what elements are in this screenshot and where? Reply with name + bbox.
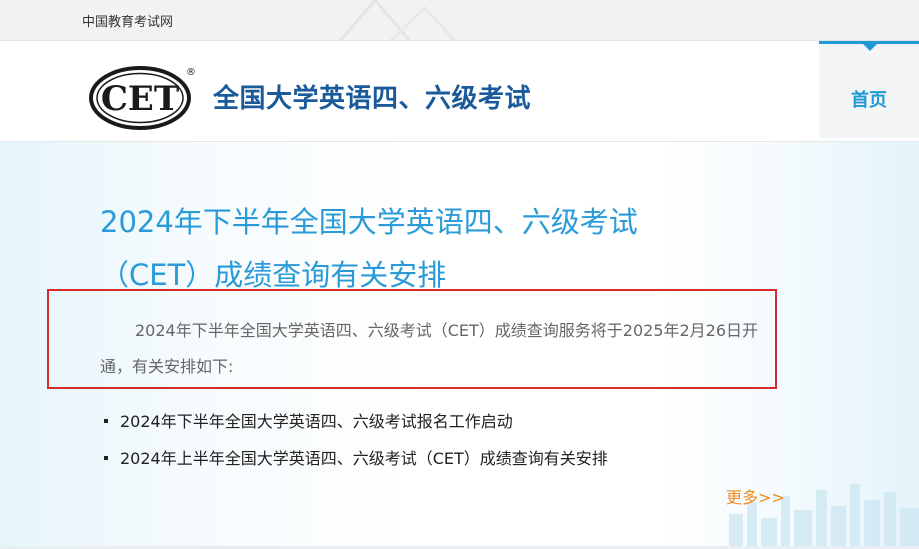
more-link[interactable]: 更多>> — [726, 484, 785, 508]
bullet-icon — [104, 419, 108, 423]
bullet-icon — [104, 456, 108, 460]
neea-home-link[interactable]: 中国教育考试网 — [82, 11, 173, 30]
nav-home-tab[interactable]: 首页 — [819, 41, 919, 138]
site-header: CET ® 全国大学英语四、六级考试 首页 — [0, 41, 919, 142]
related-article-title: 2024年上半年全国大学英语四、六级考试（CET）成绩查询有关安排 — [120, 449, 608, 468]
related-article-title: 2024年下半年全国大学英语四、六级考试报名工作启动 — [120, 412, 513, 431]
site-title: 全国大学英语四、六级考试 — [213, 84, 532, 114]
related-article-item[interactable]: 2024年下半年全国大学英语四、六级考试报名工作启动 — [104, 409, 608, 446]
svg-text:®: ® — [186, 67, 196, 78]
article-summary: 2024年下半年全国大学英语四、六级考试（CET）成绩查询服务将于2025年2月… — [100, 321, 759, 376]
related-articles-list: 2024年下半年全国大学英语四、六级考试报名工作启动 2024年上半年全国大学英语… — [104, 409, 608, 483]
svg-text:CET: CET — [101, 79, 179, 119]
top-bar: 中国教育考试网 — [0, 0, 919, 41]
active-indicator-icon — [863, 44, 877, 51]
main-content: 2024年下半年全国大学英语四、六级考试（CET）成绩查询有关安排 2024年下… — [0, 142, 919, 549]
cet-logo[interactable]: CET ® — [88, 63, 200, 131]
nav-home-label: 首页 — [851, 90, 887, 111]
article-title[interactable]: 2024年下半年全国大学英语四、六级考试（CET）成绩查询有关安排 — [100, 196, 680, 302]
decorative-lines — [338, 0, 457, 40]
related-article-item[interactable]: 2024年上半年全国大学英语四、六级考试（CET）成绩查询有关安排 — [104, 446, 608, 483]
